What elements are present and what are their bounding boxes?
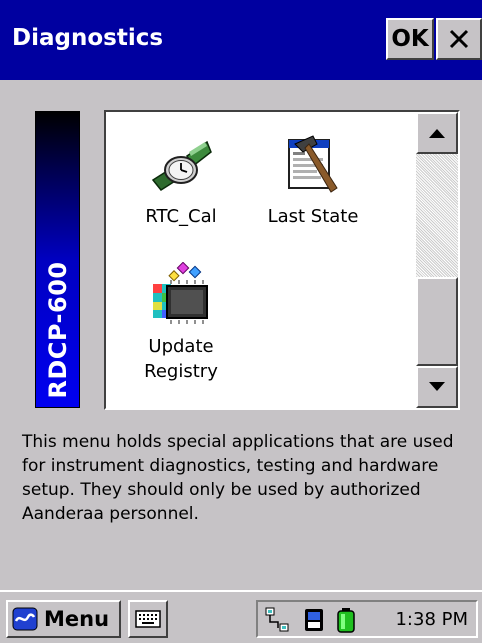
- description-text: This menu holds special applications tha…: [22, 432, 454, 524]
- vertical-scrollbar[interactable]: [416, 112, 458, 408]
- app-label-last-state: Last State: [267, 206, 359, 227]
- keyboard-icon: [135, 610, 161, 628]
- battery-icon[interactable]: [332, 606, 360, 634]
- scroll-down-button[interactable]: [416, 366, 458, 408]
- arrow-down-icon: [429, 382, 445, 391]
- keyboard-button[interactable]: [128, 600, 168, 638]
- network-icon[interactable]: [264, 606, 292, 634]
- windows-flag-icon: [12, 607, 38, 631]
- app-item-rtc-cal[interactable]: RTC_Cal: [116, 132, 246, 229]
- app-list-panel: RTC_Cal Last State Update Registry: [104, 110, 460, 410]
- close-button[interactable]: [436, 18, 482, 60]
- sim-card-icon[interactable]: [300, 606, 328, 634]
- start-menu-button[interactable]: Menu: [6, 600, 121, 638]
- scroll-thumb[interactable]: [416, 277, 458, 366]
- watch-icon: [151, 140, 212, 191]
- device-banner-text: RDCP-600: [43, 261, 72, 399]
- scroll-up-button[interactable]: [416, 112, 458, 154]
- hammer-document-icon: [288, 135, 338, 193]
- system-tray: 1:38 PM: [256, 600, 478, 638]
- ok-button[interactable]: OK: [386, 18, 434, 60]
- close-icon: [449, 29, 469, 49]
- app-label-rtc-cal: RTC_Cal: [145, 206, 217, 227]
- clock[interactable]: 1:38 PM: [395, 606, 468, 634]
- menu-label: Menu: [44, 607, 110, 631]
- registry-chip-icon: [153, 262, 208, 324]
- window-title: Diagnostics: [12, 25, 164, 51]
- title-bar: Diagnostics OK: [0, 0, 482, 80]
- device-banner: RDCP-600: [35, 111, 80, 408]
- app-label-update-registry: Update Registry: [144, 336, 218, 382]
- app-item-last-state[interactable]: Last State: [248, 132, 378, 229]
- app-item-update-registry[interactable]: Update Registry: [116, 262, 246, 384]
- taskbar: Menu 1:38 PM: [0, 590, 482, 643]
- arrow-up-icon: [429, 129, 445, 138]
